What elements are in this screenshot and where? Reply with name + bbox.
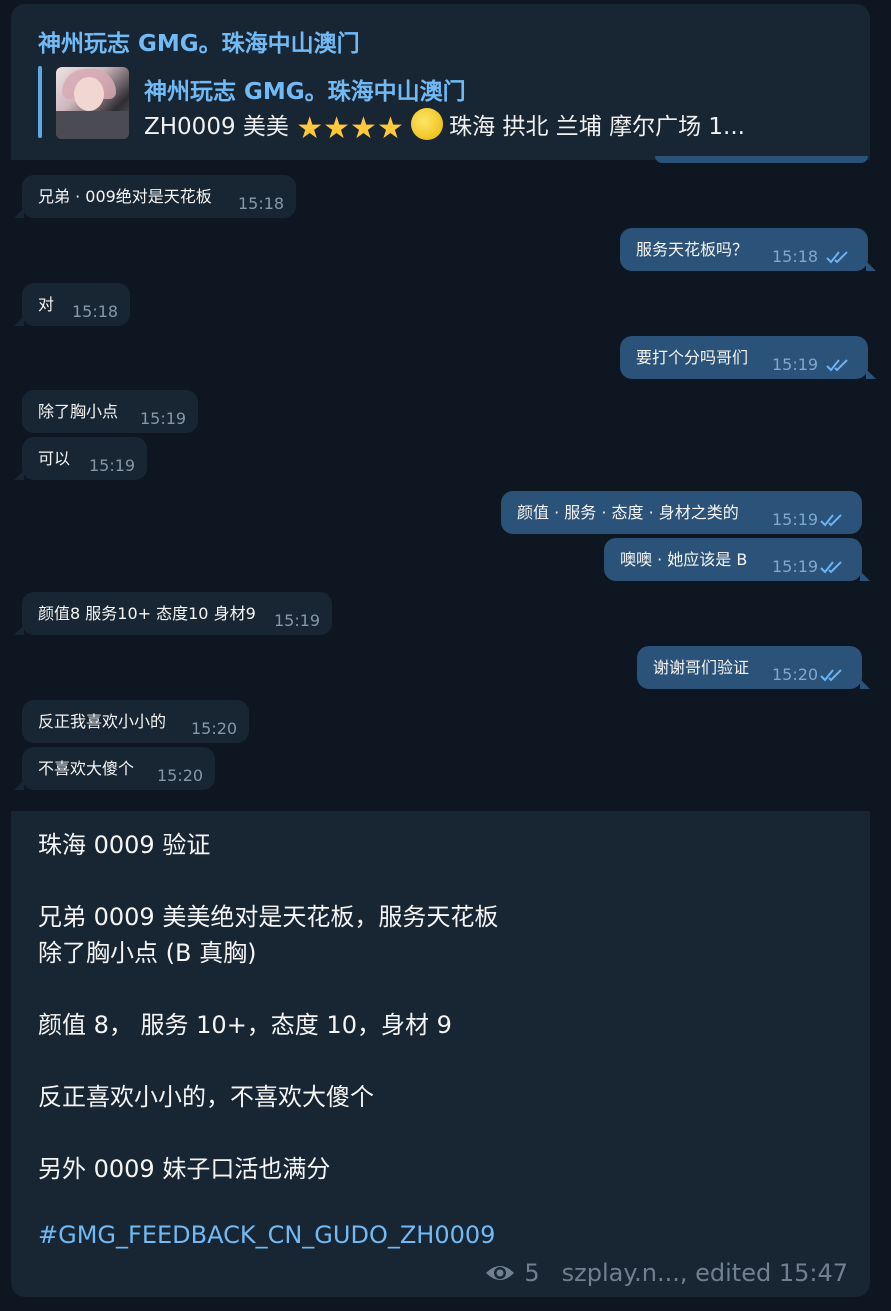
message-bubble-outgoing[interactable]: 服务天花板吗？ 15:18 [620, 228, 876, 271]
reply-quote-bar [38, 66, 42, 138]
message-bubble-outgoing[interactable]: 颜值 · 服务 · 态度 · 身材之类的 15:19 [501, 491, 862, 534]
message-bubble-outgoing[interactable]: 要打个分吗哥们 15:19 [620, 336, 876, 379]
double-check-icon [826, 359, 848, 372]
forwarded-header[interactable]: 神州玩志 GMG。珠海中山澳门 神州玩志 GMG。珠海中山澳门 ZH0009 美… [11, 4, 870, 160]
message-text: 兄弟 · 009绝对是天花板 [38, 187, 212, 206]
message-time: 15:19 [772, 510, 819, 529]
star-icon: ★ [376, 111, 404, 146]
message-text: 服务天花板吗？ [636, 240, 749, 259]
message-time: 15:19 [772, 557, 819, 576]
reply-suffix: 珠海 拱北 兰埔 摩尔广场 1... [449, 114, 745, 140]
message-time: 15:20 [191, 719, 238, 738]
previous-outgoing-bubble-edge [655, 156, 868, 163]
message-text: 颜值8 服务10+ 态度10 身材9 [38, 604, 256, 623]
eye-icon [486, 1266, 515, 1280]
message-bubble-incoming[interactable]: 可以 15:19 [14, 437, 147, 480]
message-time: 15:20 [157, 766, 204, 785]
star-icon: ★ [350, 111, 377, 146]
message-time: 15:20 [772, 665, 819, 684]
post-line: 除了胸小点 (B 真胸) [38, 939, 257, 967]
double-check-icon [820, 514, 842, 527]
message-time: 15:18 [72, 302, 119, 321]
message-bubble-incoming[interactable]: 反正我喜欢小小的 15:20 [22, 700, 249, 743]
reply-thumbnail[interactable] [56, 67, 129, 139]
view-count: 5 [524, 1259, 540, 1287]
message-bubble-incoming[interactable]: 颜值8 服务10+ 态度10 身材9 15:19 [14, 592, 332, 635]
star-icon: ★ [323, 111, 351, 146]
post-message-card[interactable]: 珠海 0009 验证 兄弟 0009 美美绝对是天花板，服务天花板 除了胸小点 … [11, 811, 870, 1297]
message-text: 不喜欢大傻个 [38, 759, 135, 778]
double-check-icon [826, 251, 848, 264]
message-bubble-incoming[interactable]: 除了胸小点 15:19 [22, 390, 198, 433]
message-time: 15:18 [772, 247, 819, 266]
post-footer: 5 szplay.n..., edited 15:47 [484, 1259, 848, 1287]
message-text: 除了胸小点 [38, 402, 119, 421]
post-signature: szplay.n..., edited 15:47 [561, 1259, 848, 1287]
hashtag-link[interactable]: #GMG_FEEDBACK_CN_GUDO_ZH0009 [38, 1221, 495, 1249]
post-line: 兄弟 0009 美美绝对是天花板，服务天花板 [38, 903, 499, 931]
post-line: 反正喜欢小小的，不喜欢大傻个 [38, 1083, 374, 1111]
message-time: 15:19 [140, 409, 187, 428]
message-text: 噢噢 · 她应该是 B [620, 550, 748, 569]
message-text: 对 [38, 295, 55, 314]
message-bubble-outgoing[interactable]: 噢噢 · 她应该是 B 15:19 [604, 538, 870, 581]
star-icon: ★ [296, 111, 324, 146]
message-bubble-incoming[interactable]: 不喜欢大傻个 15:20 [14, 747, 215, 790]
reply-prefix: ZH0009 美美 [144, 114, 289, 140]
message-text: 可以 [38, 449, 71, 468]
chat-window: 神州玩志 GMG。珠海中山澳门 神州玩志 GMG。珠海中山澳门 ZH0009 美… [0, 0, 891, 1311]
message-bubble-incoming[interactable]: 对 15:18 [14, 283, 130, 326]
message-bubble-outgoing[interactable]: 谢谢哥们验证 15:20 [637, 646, 870, 689]
post-line: 珠海 0009 验证 [38, 831, 211, 859]
double-check-icon [820, 561, 842, 574]
forward-source-title[interactable]: 神州玩志 GMG。珠海中山澳门 [38, 24, 360, 58]
moon-icon [411, 108, 444, 140]
message-time: 15:19 [89, 456, 136, 475]
reply-sender-name[interactable]: 神州玩志 GMG。珠海中山澳门 [144, 72, 466, 106]
message-text: 反正我喜欢小小的 [38, 712, 167, 731]
message-text: 谢谢哥们验证 [653, 658, 750, 677]
reply-preview-text[interactable]: ZH0009 美美 ★★★★ 珠海 拱北 兰埔 摩尔广场 1... [144, 107, 854, 146]
message-text: 要打个分吗哥们 [636, 348, 749, 367]
message-bubble-incoming[interactable]: 兄弟 · 009绝对是天花板 15:18 [14, 175, 296, 218]
double-check-icon [820, 669, 842, 682]
message-text: 颜值 · 服务 · 态度 · 身材之类的 [517, 503, 739, 522]
post-line: 另外 0009 妹子口活也满分 [38, 1155, 331, 1183]
message-time: 15:18 [238, 194, 285, 213]
message-time: 15:19 [772, 355, 819, 374]
message-time: 15:19 [274, 611, 321, 630]
post-line: 颜值 8， 服务 10+，态度 10，身材 9 [38, 1011, 452, 1039]
